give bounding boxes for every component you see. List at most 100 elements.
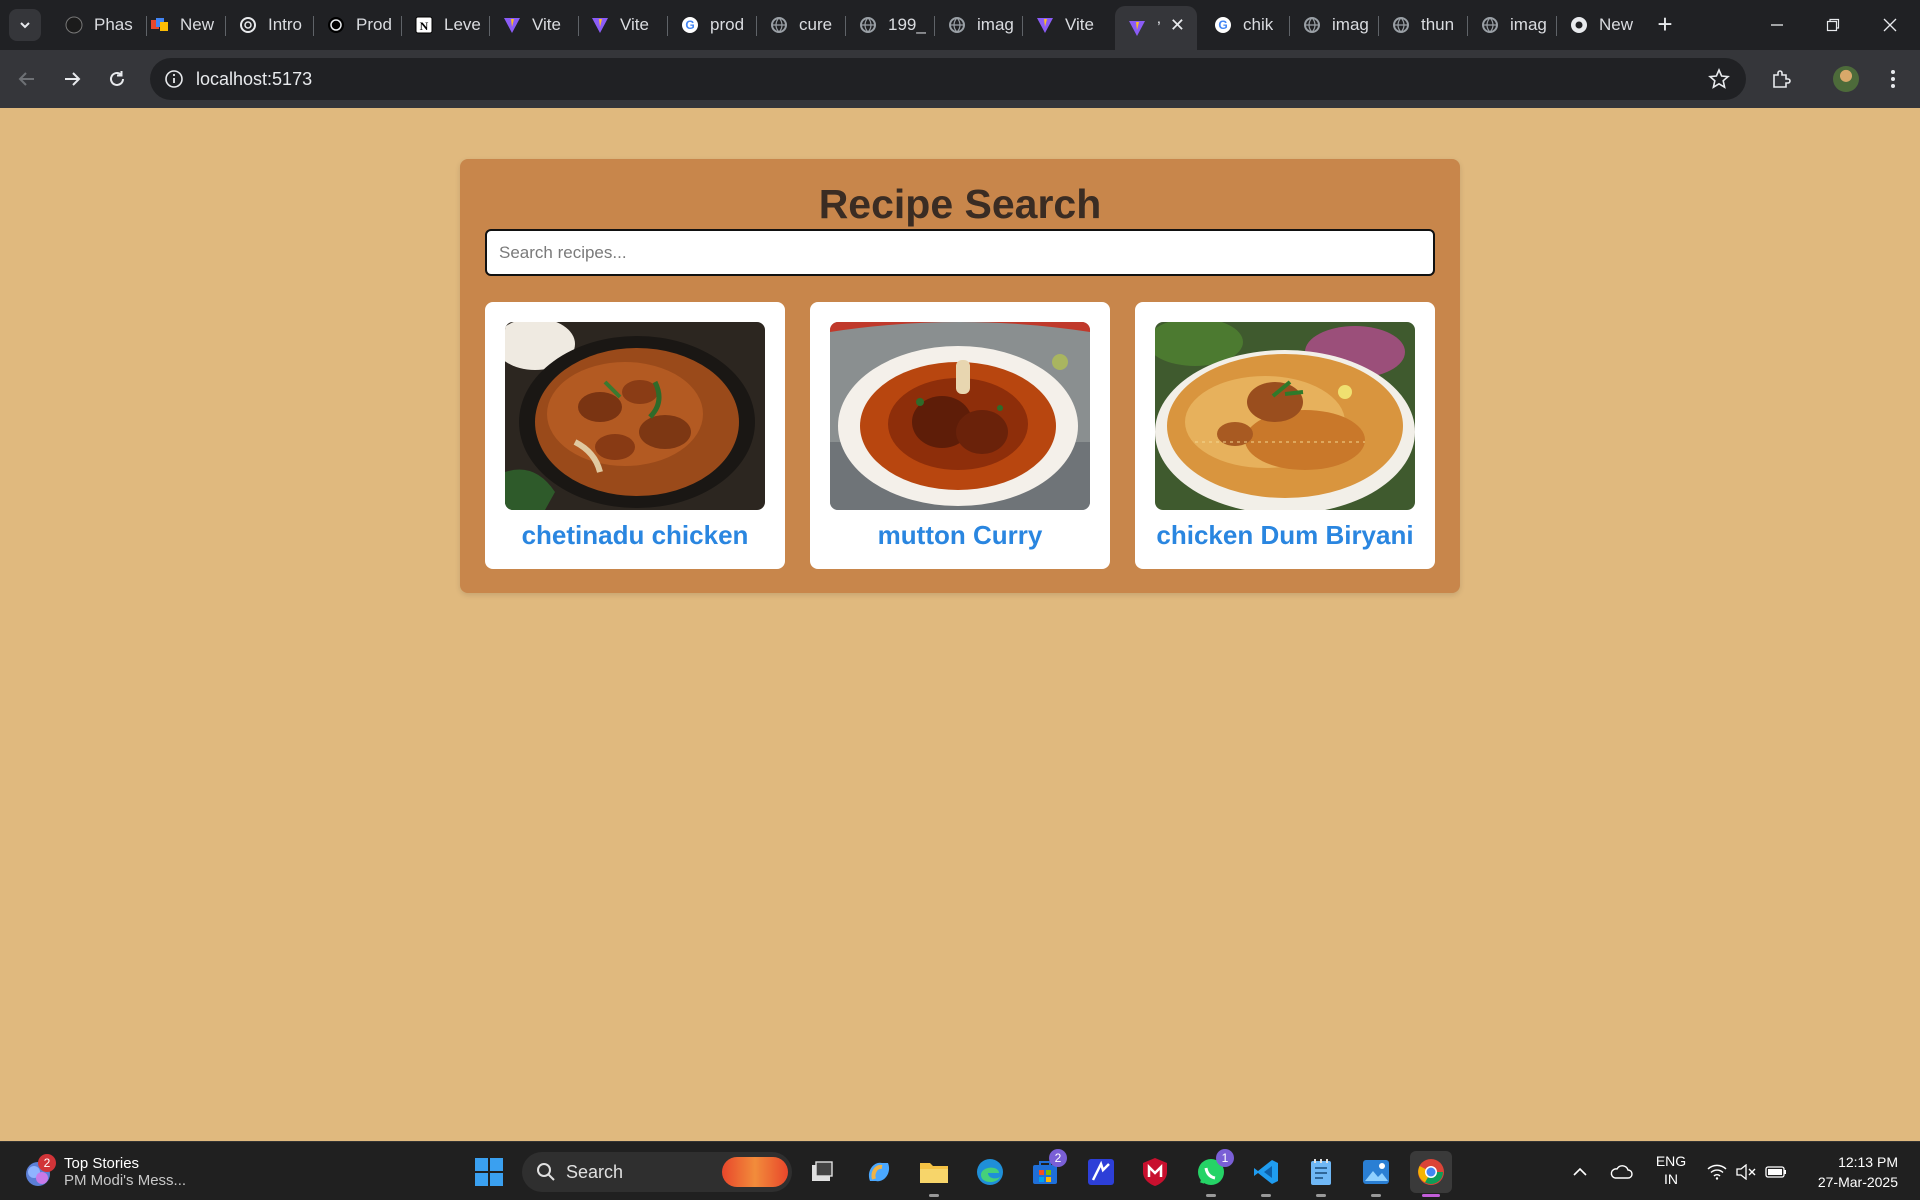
task-view-button[interactable] <box>801 1151 843 1193</box>
whatsapp-badge: 1 <box>1216 1149 1234 1167</box>
tab-chik[interactable]: G chik <box>1201 6 1289 44</box>
vite-icon <box>590 15 610 35</box>
wifi-button[interactable] <box>1704 1142 1730 1200</box>
tab-imag-3[interactable]: imag <box>1468 6 1556 44</box>
app-launcher-button[interactable] <box>1080 1151 1122 1193</box>
forward-button[interactable] <box>55 62 89 96</box>
language-indicator[interactable]: ENG IN <box>1647 1152 1695 1188</box>
tab-title: Vite <box>1065 15 1094 34</box>
volume-button[interactable] <box>1733 1142 1759 1200</box>
tab-imag-1[interactable]: imag <box>935 6 1023 44</box>
running-indicator <box>1316 1194 1326 1197</box>
photos-icon <box>1363 1160 1389 1184</box>
tab-active-vite[interactable]: ’ ✕ <box>1115 6 1197 50</box>
battery-button[interactable] <box>1762 1142 1790 1200</box>
close-window-button[interactable] <box>1862 0 1918 50</box>
tab-cure[interactable]: cure <box>757 6 845 44</box>
tab-vite-3[interactable]: Vite <box>1023 6 1111 44</box>
url-text[interactable]: localhost:5173 <box>196 69 312 90</box>
tab-thun[interactable]: thun <box>1379 6 1467 44</box>
file-explorer-button[interactable] <box>913 1151 955 1197</box>
news-widget[interactable]: 2 Top Stories PM Modi's Mess... <box>20 1150 186 1194</box>
show-hidden-icons-button[interactable] <box>1568 1142 1592 1200</box>
battery-icon <box>1765 1165 1786 1178</box>
tab-vite-2[interactable]: Vite <box>578 6 666 44</box>
running-indicator <box>1261 1194 1271 1197</box>
store-badge: 2 <box>1049 1149 1067 1167</box>
tab-title: New <box>180 15 215 34</box>
edge-button[interactable] <box>969 1151 1011 1193</box>
tab-leve[interactable]: N Leve <box>402 6 488 44</box>
recipe-name[interactable]: chetinadu chicken <box>485 520 785 551</box>
mcafee-button[interactable] <box>1134 1151 1176 1193</box>
taskbar-clock[interactable]: 12:13 PM 27-Mar-2025 <box>1800 1152 1898 1192</box>
svg-text:G: G <box>1218 18 1227 32</box>
tab-title: imag <box>1510 15 1547 34</box>
globe-icon <box>858 15 878 35</box>
news-title: Top Stories <box>64 1155 140 1172</box>
back-button[interactable] <box>10 62 44 96</box>
browser-tab-strip: Phas New Intro Prod N Leve Vite Vite G p… <box>0 0 1920 50</box>
recipe-card[interactable]: chetinadu chicken <box>485 302 785 569</box>
onedrive-button[interactable] <box>1606 1142 1636 1200</box>
tab-phas[interactable]: Phas <box>52 6 142 44</box>
active-indicator <box>1422 1194 1440 1197</box>
vscode-button[interactable] <box>1245 1151 1287 1197</box>
profile-button[interactable] <box>1829 62 1863 96</box>
recipe-name[interactable]: chicken Dum Biryani <box>1135 520 1435 551</box>
wifi-icon <box>1707 1164 1727 1180</box>
vscode-icon <box>1254 1160 1278 1184</box>
minimize-icon <box>1771 24 1783 26</box>
search-input[interactable] <box>485 229 1435 276</box>
tab-title: thun <box>1421 15 1455 34</box>
recipe-name[interactable]: mutton Curry <box>810 520 1110 551</box>
microsoft-store-button[interactable]: 2 <box>1024 1149 1067 1193</box>
reload-button[interactable] <box>100 62 134 96</box>
recipe-search-panel: Recipe Search Search recipes... chetinad… <box>460 159 1460 593</box>
chrome-taskbar-button[interactable] <box>1410 1151 1452 1197</box>
tab-new-tab[interactable]: New <box>1557 6 1645 44</box>
tab-title: New <box>1599 15 1634 34</box>
speaker-muted-icon <box>1736 1163 1756 1180</box>
taskbar-search-box[interactable]: Search <box>522 1152 792 1192</box>
reload-icon <box>110 71 124 86</box>
address-bar[interactable]: localhost:5173 <box>150 58 1746 100</box>
site-info-icon[interactable] <box>164 69 184 94</box>
close-tab-icon[interactable]: ✕ <box>1170 15 1185 36</box>
cloud-icon <box>1610 1164 1633 1179</box>
tab-title: imag <box>1332 15 1369 34</box>
tab-prod-google[interactable]: G prod <box>668 6 756 44</box>
avatar <box>1833 66 1859 92</box>
tab-new[interactable]: New <box>138 6 224 44</box>
svg-text:G: G <box>685 18 694 32</box>
tab-intro[interactable]: Intro <box>226 6 312 44</box>
globe-icon <box>769 15 789 35</box>
vite-icon <box>1127 18 1147 38</box>
bookmark-star-icon[interactable] <box>1708 67 1730 95</box>
browser-toolbar: localhost:5173 <box>0 50 1920 108</box>
tab-vite-1[interactable]: Vite <box>490 6 578 44</box>
notebook-icon <box>150 15 170 35</box>
photos-button[interactable] <box>1355 1151 1397 1197</box>
recipe-card[interactable]: chicken Dum Biryani <box>1135 302 1435 569</box>
forward-arrow-icon <box>65 72 81 86</box>
recipe-card[interactable]: mutton Curry <box>810 302 1110 569</box>
copilot-button[interactable] <box>858 1151 900 1193</box>
openai-icon <box>326 15 346 35</box>
start-button[interactable] <box>468 1151 510 1193</box>
extensions-button[interactable] <box>1764 62 1798 96</box>
task-view-icon <box>812 1161 833 1181</box>
tab-imag-2[interactable]: imag <box>1290 6 1378 44</box>
restore-button[interactable] <box>1805 0 1861 50</box>
new-tab-button[interactable]: + <box>1650 10 1680 40</box>
running-indicator <box>929 1194 939 1197</box>
minimize-button[interactable] <box>1749 0 1805 50</box>
tab-prod[interactable]: Prod <box>314 6 400 44</box>
openai-icon <box>238 15 258 35</box>
notepad-button[interactable] <box>1300 1151 1342 1197</box>
language-code: ENG <box>1655 1153 1687 1169</box>
tab-199[interactable]: 199_ <box>846 6 934 44</box>
browser-menu-button[interactable] <box>1876 62 1910 96</box>
whatsapp-button[interactable]: 1 <box>1190 1149 1234 1197</box>
tab-search-button[interactable] <box>9 9 41 41</box>
